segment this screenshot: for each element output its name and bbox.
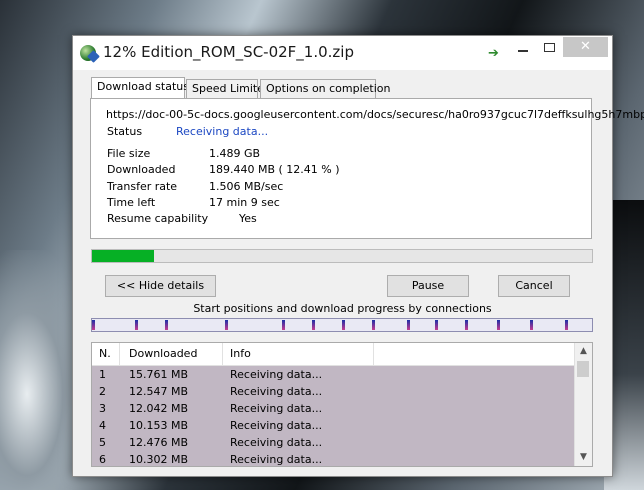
row-downloaded: 10.302 MB xyxy=(129,453,189,466)
download-status-panel: https://doc-00-5c-docs.googleusercontent… xyxy=(90,98,644,239)
row-info: Receiving data... xyxy=(230,368,323,381)
download-progress-window: 12% Edition_ROM_SC-02F_1.0.zip ➔ ✕ Downl… xyxy=(72,35,644,477)
pause-button[interactable]: Pause xyxy=(387,275,469,297)
table-row[interactable]: 5 12.476 MB Receiving data... xyxy=(92,434,576,451)
status-label: Status xyxy=(107,125,143,138)
scroll-down-icon[interactable]: ▼ xyxy=(575,449,592,466)
connection-marker xyxy=(282,320,285,330)
row-downloaded: 12.042 MB xyxy=(129,402,189,415)
scroll-thumb[interactable] xyxy=(577,361,589,377)
hide-details-button[interactable]: << Hide details xyxy=(105,275,216,297)
connection-marker xyxy=(135,320,138,330)
row-number: 6 xyxy=(99,453,106,466)
connection-marker xyxy=(165,320,168,330)
time-left-label: Time left xyxy=(107,196,156,209)
connections-table[interactable]: N. Downloaded Info 1 15.761 MB Receiving d… xyxy=(91,342,593,467)
minimize-button[interactable] xyxy=(518,50,528,52)
connection-marker xyxy=(312,320,315,330)
connection-marker xyxy=(465,320,468,330)
downloaded-value: 189.440 MB ( 12.41 % ) xyxy=(209,163,340,176)
title-bar[interactable]: 12% Edition_ROM_SC-02F_1.0.zip ➔ ✕ xyxy=(73,36,612,70)
table-row[interactable]: 6 10.302 MB Receiving data... xyxy=(92,451,576,466)
tab-options-on-completion[interactable]: Options on completion xyxy=(260,79,391,98)
connection-marker xyxy=(407,320,410,330)
tab-speed-limiter[interactable]: Speed Limiter xyxy=(186,79,269,98)
download-progress-fill xyxy=(92,250,155,262)
connection-marker xyxy=(530,320,533,330)
maximize-button[interactable] xyxy=(544,43,555,52)
scroll-up-icon[interactable]: ▲ xyxy=(575,343,592,360)
resume-capability-value: Yes xyxy=(239,212,257,225)
row-info: Receiving data... xyxy=(230,385,323,398)
column-header-info[interactable]: Info xyxy=(230,347,251,360)
connections-title: Start positions and download progress by… xyxy=(193,302,492,315)
close-button[interactable]: ✕ xyxy=(563,37,608,57)
column-divider[interactable] xyxy=(222,343,223,365)
column-header-number[interactable]: N. xyxy=(99,347,111,360)
status-value: Receiving data... xyxy=(176,125,269,138)
transfer-rate-value: 1.506 MB/sec xyxy=(209,180,284,193)
row-info: Receiving data... xyxy=(230,436,323,449)
connection-marker xyxy=(92,320,95,330)
row-downloaded: 15.761 MB xyxy=(129,368,189,381)
connection-marker xyxy=(372,320,375,330)
transfer-rate-label: Transfer rate xyxy=(107,180,178,193)
table-row[interactable]: 4 10.153 MB Receiving data... xyxy=(92,417,576,434)
resume-capability-label: Resume capability xyxy=(107,212,209,225)
connection-marker xyxy=(497,320,500,330)
row-info: Receiving data... xyxy=(230,419,323,432)
cancel-button[interactable]: Cancel xyxy=(498,275,570,297)
download-progress-bar xyxy=(91,249,593,263)
time-left-value: 17 min 9 sec xyxy=(209,196,280,209)
connection-marker xyxy=(565,320,568,330)
window-title: 12% Edition_ROM_SC-02F_1.0.zip xyxy=(103,43,354,61)
connection-marker xyxy=(342,320,345,330)
row-number: 3 xyxy=(99,402,106,415)
column-divider[interactable] xyxy=(373,343,374,365)
row-info: Receiving data... xyxy=(230,402,323,415)
download-url: https://doc-00-5c-docs.googleusercontent… xyxy=(106,108,644,121)
file-size-value: 1.489 GB xyxy=(209,147,261,160)
downloaded-label: Downloaded xyxy=(107,163,176,176)
file-size-label: File size xyxy=(107,147,151,160)
row-number: 4 xyxy=(99,419,106,432)
column-divider[interactable] xyxy=(119,343,120,365)
row-info: Receiving data... xyxy=(230,453,323,466)
minimize-to-tray-icon[interactable]: ➔ xyxy=(488,46,499,61)
table-scrollbar[interactable]: ▲ ▼ xyxy=(574,343,592,466)
idm-app-icon xyxy=(80,45,96,61)
row-number: 5 xyxy=(99,436,106,449)
row-number: 2 xyxy=(99,385,106,398)
connection-marker xyxy=(435,320,438,330)
table-header: N. Downloaded Info xyxy=(92,343,576,366)
row-downloaded: 12.547 MB xyxy=(129,385,189,398)
tab-download-status[interactable]: Download status xyxy=(91,77,189,99)
row-downloaded: 12.476 MB xyxy=(129,436,189,449)
row-number: 1 xyxy=(99,368,106,381)
table-row[interactable]: 1 15.761 MB Receiving data... xyxy=(92,366,576,383)
table-row[interactable]: 3 12.042 MB Receiving data... xyxy=(92,400,576,417)
connection-marker xyxy=(225,320,228,330)
row-downloaded: 10.153 MB xyxy=(129,419,189,432)
table-row[interactable]: 2 12.547 MB Receiving data... xyxy=(92,383,576,400)
column-header-downloaded[interactable]: Downloaded xyxy=(129,347,197,360)
connections-progress-bar xyxy=(91,318,593,332)
